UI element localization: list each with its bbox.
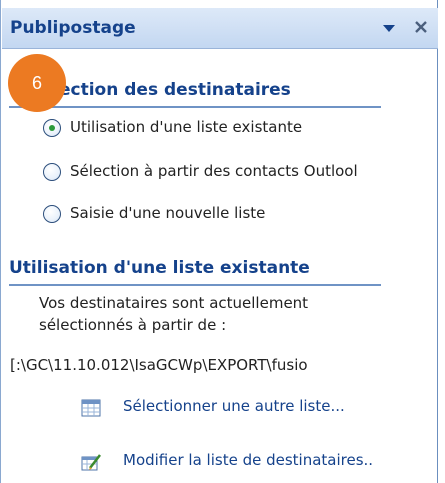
recipients-description-line2: sélectionnés à partir de :	[39, 316, 227, 334]
radio-button[interactable]	[43, 205, 61, 223]
dropdown-triangle-icon[interactable]	[380, 20, 398, 36]
section-divider	[9, 284, 381, 286]
radio-button-selected[interactable]	[43, 119, 61, 137]
existing-list-heading: Utilisation d'une liste existante	[9, 258, 310, 278]
edit-list-icon	[81, 454, 101, 471]
radio-existing-list-label: Utilisation d'une liste existante	[70, 118, 303, 136]
radio-outlook-contacts-label: Sélection à partir des contacts Outlool	[70, 162, 358, 180]
radio-button[interactable]	[43, 163, 61, 181]
edit-recipient-list-label[interactable]: Modifier la liste de destinataires..	[123, 451, 373, 469]
section-divider	[9, 106, 381, 108]
close-icon[interactable]	[412, 18, 430, 36]
select-other-list-label[interactable]: Sélectionner une autre liste...	[123, 397, 345, 415]
step-number-badge: 6	[8, 54, 66, 112]
table-list-icon	[81, 399, 101, 417]
pane-title-bar: Publipostage	[2, 8, 438, 49]
radio-new-list-label: Saisie d'une nouvelle liste	[70, 204, 266, 222]
data-source-path: [:\GC\11.10.012\IsaGCWp\EXPORT\fusio	[10, 356, 308, 374]
mail-merge-pane: Publipostage 6 ection des destinataires …	[0, 0, 445, 483]
recipient-selection-heading: ection des destinataires	[59, 80, 291, 100]
pane-frame: Publipostage 6 ection des destinataires …	[0, 0, 438, 483]
pane-title: Publipostage	[10, 18, 136, 38]
recipients-description-line1: Vos destinataires sont actuellement	[39, 294, 309, 312]
radio-selected-dot	[49, 125, 55, 131]
